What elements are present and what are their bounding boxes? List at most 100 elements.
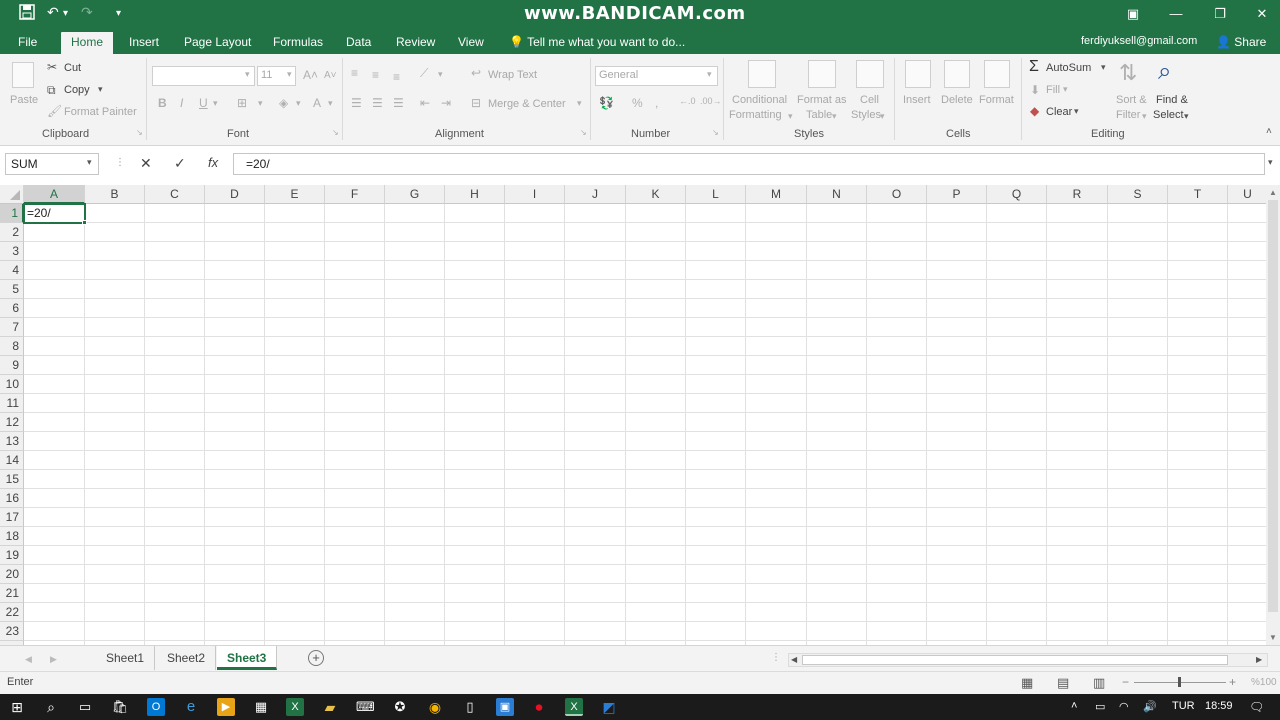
- font-color-icon[interactable]: A: [313, 96, 321, 110]
- zoom-out-icon[interactable]: −: [1122, 675, 1129, 689]
- cell-styles-label-1[interactable]: Cell: [860, 94, 879, 106]
- tab-formulas[interactable]: Formulas: [273, 35, 323, 49]
- column-header-b[interactable]: B: [85, 185, 145, 204]
- cell-styles-dropdown-icon[interactable]: ▾: [880, 111, 885, 122]
- copy-button[interactable]: Copy: [64, 84, 90, 96]
- chrome-icon[interactable]: ◉: [426, 698, 444, 716]
- column-header-j[interactable]: J: [565, 185, 626, 204]
- clipboard-launcher-icon[interactable]: ↘: [136, 128, 143, 137]
- align-left-icon[interactable]: ☰: [351, 96, 362, 110]
- insert-function-icon[interactable]: fx: [208, 155, 218, 170]
- row-header-23[interactable]: 23: [0, 622, 24, 641]
- share-button[interactable]: 👤 Share: [1216, 35, 1266, 49]
- column-header-n[interactable]: N: [807, 185, 867, 204]
- format-as-table-label-1[interactable]: Format as: [797, 94, 847, 106]
- increase-decimal-icon[interactable]: ←.0: [679, 96, 696, 106]
- insert-cells-button[interactable]: Insert: [903, 94, 931, 106]
- column-header-o[interactable]: O: [867, 185, 927, 204]
- comma-style-icon[interactable]: ,: [655, 96, 658, 110]
- underline-dropdown-icon[interactable]: ▾: [213, 98, 218, 109]
- align-center-icon[interactable]: ☰: [372, 96, 383, 110]
- next-sheet-icon[interactable]: ▶: [50, 654, 57, 665]
- customize-qat-icon[interactable]: ▾: [116, 8, 121, 19]
- keyboard-icon[interactable]: ⌨: [356, 698, 375, 716]
- increase-indent-icon[interactable]: ⇥: [441, 96, 451, 110]
- prev-sheet-icon[interactable]: ◀: [25, 654, 32, 665]
- ribbon-display-options-icon[interactable]: ▣: [1123, 4, 1143, 24]
- font-name-dropdown-icon[interactable]: ▾: [245, 69, 250, 80]
- orientation-dropdown-icon[interactable]: ▾: [438, 69, 443, 80]
- row-header-5[interactable]: 5: [0, 280, 24, 299]
- sheet-tab-sheet1[interactable]: Sheet1: [96, 646, 156, 670]
- row-header-6[interactable]: 6: [0, 299, 24, 318]
- row-header-20[interactable]: 20: [0, 565, 24, 584]
- worksheet-grid[interactable]: ABCDEFGHIJKLMNOPQRSTU 1 2 3 4 5 6 7 8 9 10 11 12 13 1…: [0, 185, 1266, 645]
- row-header-17[interactable]: 17: [0, 508, 24, 527]
- column-header-a[interactable]: A: [24, 185, 85, 204]
- fill-button[interactable]: Fill: [1046, 84, 1060, 96]
- number-launcher-icon[interactable]: ↘: [712, 128, 719, 137]
- task-view-icon[interactable]: ▭: [76, 698, 94, 716]
- column-header-r[interactable]: R: [1047, 185, 1108, 204]
- volume-icon[interactable]: 🔊: [1143, 700, 1157, 713]
- bandicam-record-icon[interactable]: ⏺: [530, 698, 548, 716]
- row-header-15[interactable]: 15: [0, 470, 24, 489]
- column-header-e[interactable]: E: [265, 185, 325, 204]
- tab-data[interactable]: Data: [346, 35, 371, 49]
- calculator-icon[interactable]: ▦: [252, 698, 270, 716]
- fill-dropdown-icon[interactable]: ▾: [1063, 84, 1068, 95]
- fill-color-dropdown-icon[interactable]: ▾: [296, 98, 301, 109]
- cell-styles-label-2[interactable]: Styles: [851, 109, 881, 121]
- row-header-18[interactable]: 18: [0, 527, 24, 546]
- wifi-icon[interactable]: ◠: [1119, 700, 1129, 713]
- new-sheet-icon[interactable]: +: [308, 650, 324, 666]
- column-header-p[interactable]: P: [927, 185, 987, 204]
- currency-icon[interactable]: 💱: [599, 96, 614, 110]
- sort-filter-label-1[interactable]: Sort &: [1116, 94, 1147, 106]
- tab-review[interactable]: Review: [396, 35, 435, 49]
- row-header-16[interactable]: 16: [0, 489, 24, 508]
- align-right-icon[interactable]: ☰: [393, 96, 404, 110]
- bottom-align-icon[interactable]: ≡: [393, 70, 400, 84]
- format-as-table-dropdown-icon[interactable]: ▾: [832, 111, 837, 122]
- sheet-tab-sheet3[interactable]: Sheet3: [217, 646, 278, 670]
- fill-color-icon[interactable]: ◈: [279, 96, 288, 110]
- clear-button[interactable]: Clear: [1046, 106, 1072, 118]
- wrap-text-button[interactable]: Wrap Text: [488, 69, 537, 81]
- column-header-f[interactable]: F: [325, 185, 385, 204]
- undo-dropdown-icon[interactable]: ▾: [63, 8, 68, 19]
- tab-home[interactable]: Home: [61, 32, 114, 54]
- column-header-i[interactable]: I: [505, 185, 565, 204]
- document-icon[interactable]: ▯: [461, 698, 479, 716]
- zoom-level[interactable]: %100: [1251, 677, 1277, 688]
- format-cells-button[interactable]: Format: [979, 94, 1014, 106]
- restore-button[interactable]: ❐: [1210, 4, 1230, 24]
- row-header-12[interactable]: 12: [0, 413, 24, 432]
- expand-formula-bar-icon[interactable]: ▾: [1268, 157, 1273, 168]
- tray-expand-icon[interactable]: ˄: [1071, 700, 1077, 712]
- page-layout-view-icon[interactable]: ▤: [1057, 675, 1069, 691]
- row-header-1[interactable]: 1: [0, 204, 24, 223]
- row-header-19[interactable]: 19: [0, 546, 24, 565]
- conditional-formatting-label-1[interactable]: Conditional: [732, 94, 787, 106]
- photos-icon[interactable]: ▣: [496, 698, 514, 716]
- app-icon[interactable]: ✪: [391, 698, 409, 716]
- active-cell-a1[interactable]: =20/: [23, 203, 86, 224]
- select-all-button[interactable]: [0, 185, 24, 204]
- font-size-dropdown-icon[interactable]: ▾: [287, 69, 292, 80]
- alignment-launcher-icon[interactable]: ↘: [580, 128, 587, 137]
- tell-me-box[interactable]: 💡 Tell me what you want to do...: [509, 35, 685, 49]
- collapse-ribbon-icon[interactable]: ˄: [1266, 126, 1272, 137]
- excel-active-icon[interactable]: X: [565, 698, 583, 716]
- search-icon[interactable]: ⌕: [42, 698, 60, 716]
- sheet-tab-sheet2[interactable]: Sheet2: [157, 646, 217, 670]
- cancel-entry-icon[interactable]: ✕: [140, 155, 152, 172]
- percent-icon[interactable]: %: [632, 96, 643, 110]
- formula-input[interactable]: =20/: [233, 153, 1265, 175]
- file-explorer-icon[interactable]: ▰: [321, 698, 339, 716]
- column-header-l[interactable]: L: [686, 185, 746, 204]
- minimize-button[interactable]: —: [1166, 4, 1186, 24]
- delete-cells-button[interactable]: Delete: [941, 94, 973, 106]
- tab-page-layout[interactable]: Page Layout: [184, 35, 251, 49]
- find-select-label-2[interactable]: Select: [1153, 109, 1184, 121]
